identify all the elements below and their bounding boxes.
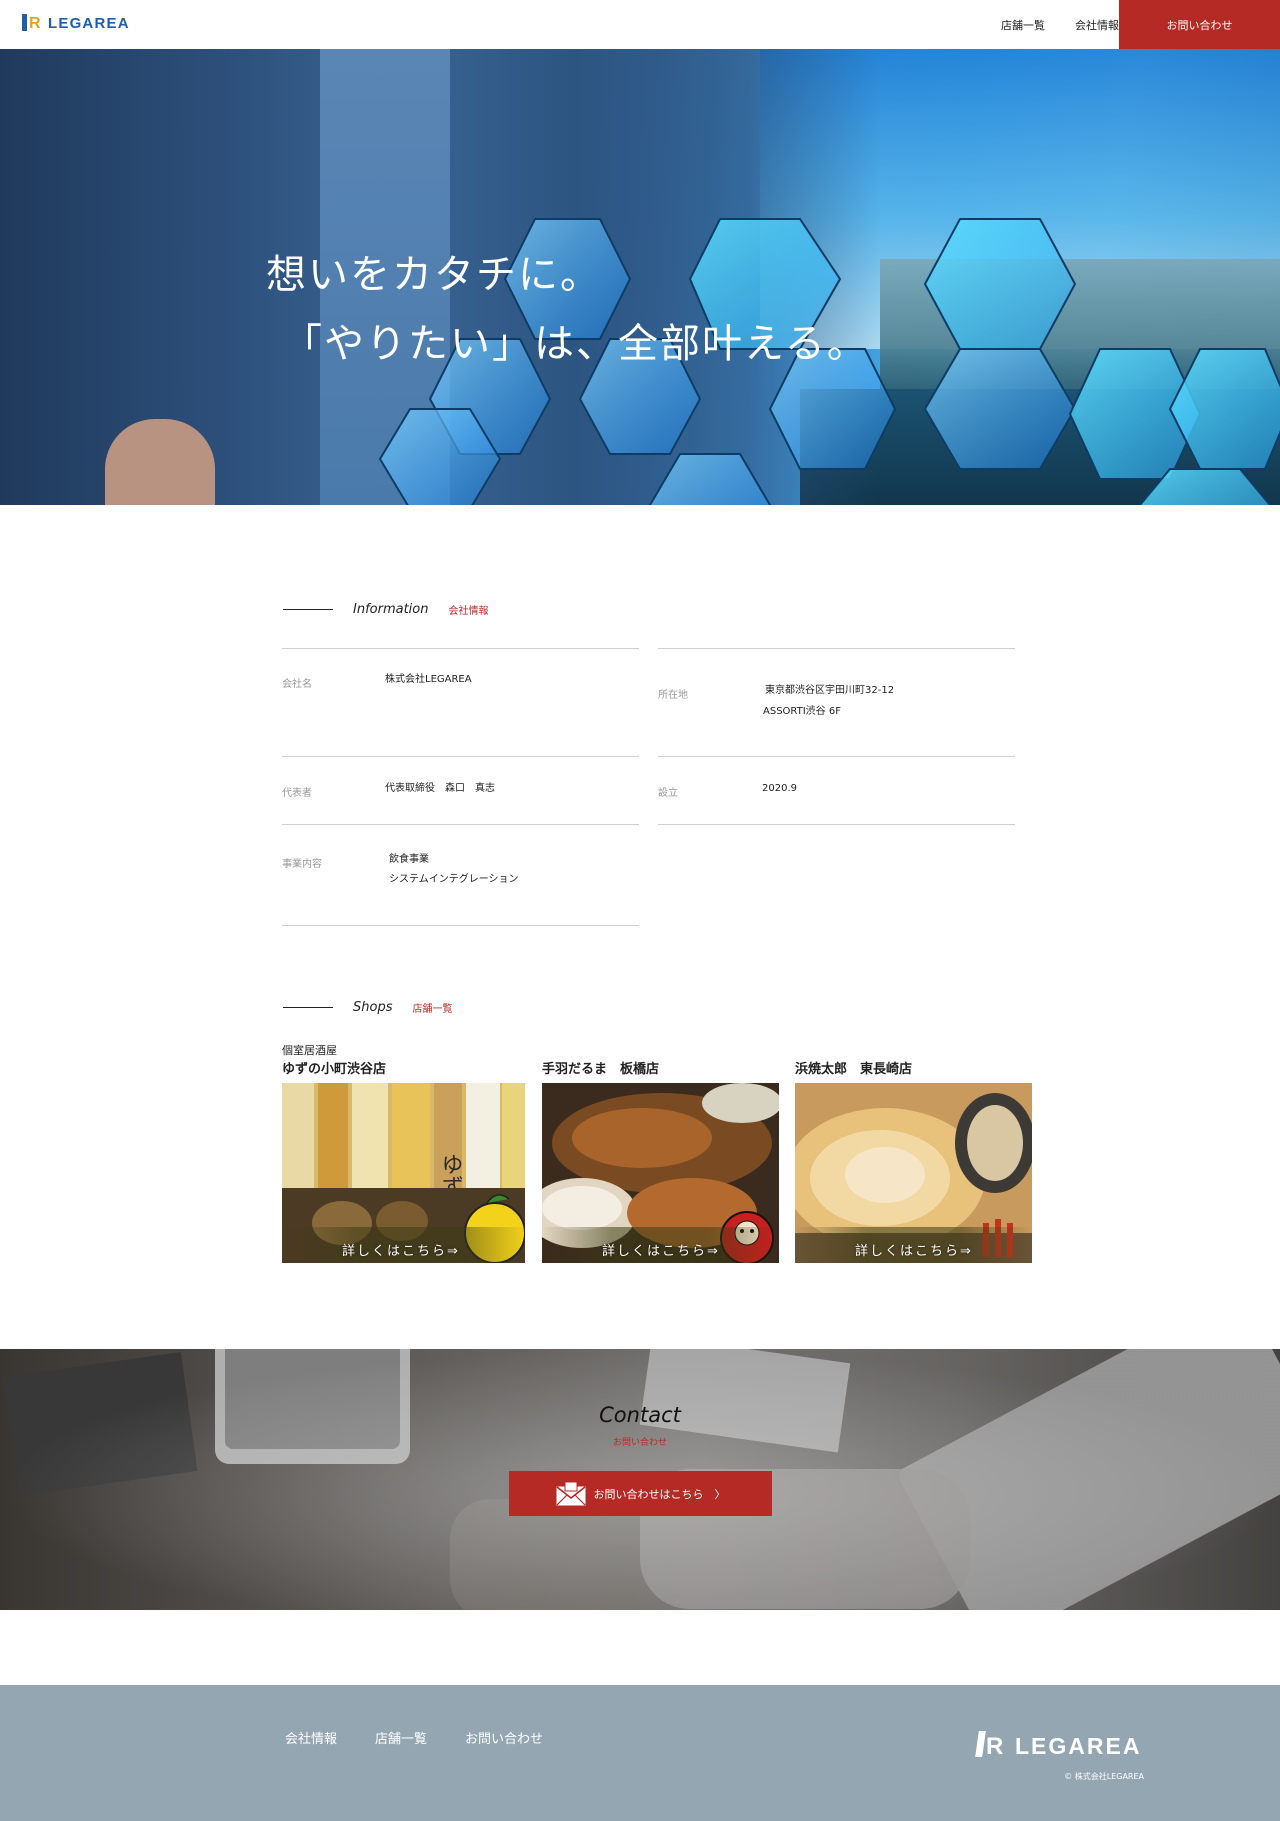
shop-card-yuzu[interactable]: 個室居酒屋 ゆずの小町渋谷店 ゆず 詳しくはこちら⇒ [282, 1040, 525, 1264]
shop-name: 浜焼太郎 東長崎店 [795, 1062, 913, 1077]
info-row-company-name: 会社名 株式会社LEGAREA [282, 649, 639, 757]
footer-link-shops[interactable]: 店舗一覧 [375, 1728, 427, 1747]
hero-headline: 想いをカタチに。 [266, 252, 602, 298]
site-header: R LEGAREA 店舗一覧 会社情報 お問い合わせ [0, 0, 1280, 49]
info-value: 株式会社LEGAREA [385, 674, 472, 685]
footer-link-contact[interactable]: お問い合わせ [465, 1728, 543, 1747]
heading-rule [283, 609, 333, 610]
footer-logo[interactable]: R LEGAREA [975, 1729, 1142, 1763]
header-nav: 店舗一覧 会社情報 [1001, 0, 1119, 49]
shop-card-hamayaki[interactable]: 浜焼太郎 東長崎店 詳しくはこちら⇒ [795, 1040, 1032, 1264]
info-row-business: 事業内容 飲食事業 システムインテグレーション [282, 825, 639, 926]
info-value: ASSORTI渋谷 6F [763, 706, 841, 717]
contact-button-label: お問い合わせはこちら 〉 [593, 1487, 726, 1501]
site-footer: 会社情報 店舗一覧 お問い合わせ R LEGAREA © 株式会社LEGAREA [0, 1685, 1280, 1821]
nav-link-company[interactable]: 会社情報 [1075, 17, 1119, 33]
shop-name: 手羽だるま 板橋店 [542, 1062, 660, 1077]
shop-more-link[interactable]: 詳しくはこちら⇒ [602, 1240, 720, 1259]
logo-text: LEGAREA [48, 14, 130, 32]
shop-photo[interactable]: ゆず 詳しくはこちら⇒ [282, 1083, 525, 1263]
info-section-heading: Information 会社情報 [283, 602, 488, 617]
info-label: 設立 [658, 788, 678, 799]
info-row-established: 設立 2020.9 [658, 757, 1015, 825]
contact-button[interactable]: お問い合わせはこちら 〉 [509, 1471, 772, 1516]
info-row-address: 所在地 東京都渋谷区宇田川町32-12 ASSORTI渋谷 6F [658, 649, 1015, 757]
shops-heading-jp: 店舗一覧 [412, 1004, 453, 1015]
hero-banner: 想いをカタチに。 「やりたい」は、全部叶える。 [0, 49, 1280, 505]
shops-section-heading: Shops 店舗一覧 [283, 1000, 452, 1015]
info-value: 飲食事業 [389, 854, 429, 865]
nav-link-shops[interactable]: 店舗一覧 [1001, 17, 1045, 33]
info-label: 代表者 [282, 788, 312, 799]
shop-more-link[interactable]: 詳しくはこちら⇒ [342, 1240, 460, 1259]
header-contact-button[interactable]: お問い合わせ [1119, 0, 1280, 49]
shop-category: 個室居酒屋 [282, 1044, 337, 1057]
hex-pattern-graphic [378, 218, 1280, 505]
info-heading-en: Information [353, 602, 429, 617]
footer-logo-text: LEGAREA [1015, 1732, 1142, 1759]
footer-link-company[interactable]: 会社情報 [285, 1728, 337, 1747]
info-heading-jp: 会社情報 [448, 606, 489, 617]
contact-subtitle: お問い合わせ [612, 1438, 667, 1448]
info-label: 会社名 [282, 679, 312, 690]
logo-mark-icon: R [22, 12, 44, 34]
shop-more-link[interactable]: 詳しくはこちら⇒ [855, 1240, 973, 1259]
heading-rule [283, 1007, 333, 1008]
contact-title: Contact [599, 1403, 681, 1427]
shop-card-tebadaruma[interactable]: 手羽だるま 板橋店 詳しくはこちら⇒ [542, 1040, 779, 1264]
shop-photo[interactable]: 詳しくはこちら⇒ [542, 1083, 779, 1263]
shop-name: ゆずの小町渋谷店 [282, 1062, 387, 1077]
info-value: 代表取締役 森口 真志 [385, 783, 495, 794]
envelope-icon [556, 1481, 585, 1505]
site-logo[interactable]: R LEGAREA [22, 12, 130, 34]
info-value: 東京都渋谷区宇田川町32-12 [765, 685, 895, 696]
info-label: 事業内容 [282, 859, 322, 870]
contact-section: Contact お問い合わせ お問い合わせはこちら 〉 [0, 1349, 1280, 1610]
hero-subheadline: 「やりたい」は、全部叶える。 [282, 321, 869, 367]
info-row-representative: 代表者 代表取締役 森口 真志 [282, 757, 639, 825]
copyright: © 株式会社LEGAREA [1064, 1772, 1144, 1781]
footer-nav: 会社情報 店舗一覧 お問い合わせ [285, 1728, 543, 1747]
shops-heading-en: Shops [353, 1000, 393, 1015]
info-label: 所在地 [658, 690, 688, 701]
info-value: システムインテグレーション [389, 874, 519, 885]
shop-photo[interactable]: 詳しくはこちら⇒ [795, 1083, 1032, 1263]
info-value: 2020.9 [762, 783, 797, 794]
logo-mark-icon: R [975, 1729, 1011, 1763]
